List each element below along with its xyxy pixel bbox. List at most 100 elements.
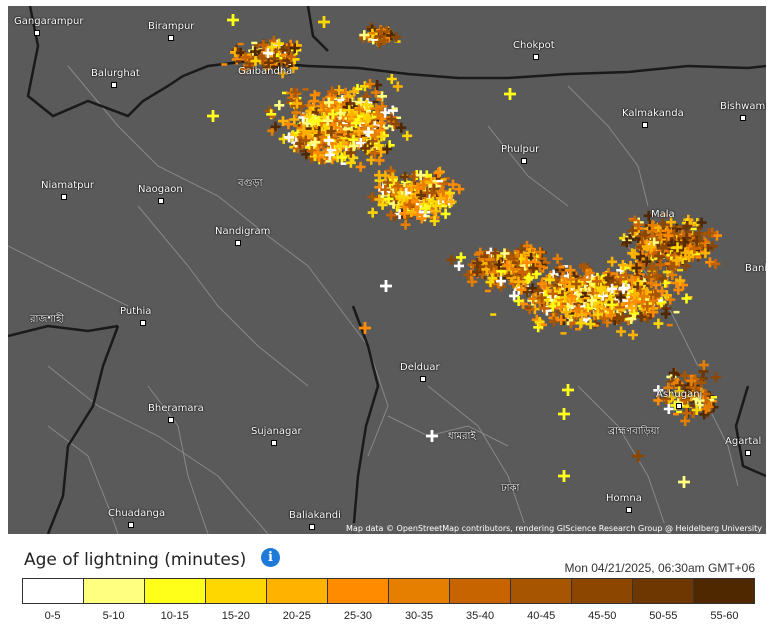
positive-strike-icon <box>552 253 563 264</box>
place-label: Baliakandi <box>289 510 341 521</box>
legend-label: 5-10 <box>102 610 125 622</box>
place-label: Gangarampur <box>14 16 84 27</box>
negative-strike-icon <box>699 377 706 381</box>
negative-strike-icon <box>391 107 398 110</box>
legend-label: 40-45 <box>527 610 556 622</box>
negative-strike-icon <box>296 136 303 139</box>
age-color-scale <box>22 578 755 604</box>
positive-strike-icon <box>558 408 570 420</box>
positive-strike-icon <box>628 329 638 340</box>
negative-strike-icon <box>690 227 697 231</box>
negative-strike-icon <box>576 299 582 303</box>
place-label: Agartal <box>725 436 762 447</box>
place-label: Sujanagar <box>251 426 302 437</box>
negative-strike-icon <box>325 160 332 163</box>
negative-strike-icon <box>511 261 518 264</box>
positive-strike-icon <box>400 219 411 230</box>
negative-strike-icon <box>237 42 244 46</box>
place-marker-icon <box>168 35 174 41</box>
negative-strike-icon <box>500 267 507 270</box>
place-label: Bani <box>745 263 766 274</box>
negative-strike-icon <box>424 178 431 181</box>
negative-strike-icon <box>608 297 615 301</box>
positive-strike-icon <box>710 372 721 383</box>
negative-strike-icon <box>583 296 590 300</box>
lightning-map[interactable]: Map data © OpenStreetMap contributors, r… <box>8 6 766 534</box>
positive-strike-icon <box>446 254 457 265</box>
place-marker-icon <box>676 403 682 409</box>
negative-strike-icon <box>340 130 347 134</box>
positive-strike-icon <box>562 384 574 396</box>
place-marker-icon <box>158 198 164 204</box>
positive-strike-icon <box>607 256 618 267</box>
place-marker-icon <box>34 30 40 36</box>
negative-strike-icon <box>473 253 480 256</box>
positive-strike-icon <box>359 322 371 334</box>
place-marker-icon <box>61 194 67 200</box>
legend-swatch <box>572 579 633 603</box>
place-marker-icon <box>128 522 134 528</box>
negative-strike-icon <box>625 314 632 317</box>
map-attribution: Map data © OpenStreetMap contributors, r… <box>342 523 766 534</box>
place-label: Mala <box>651 209 675 220</box>
positive-strike-icon <box>681 293 692 304</box>
legend-swatch <box>633 579 694 603</box>
info-icon[interactable]: i <box>261 548 280 567</box>
place-label: রাজশাহী <box>30 314 65 325</box>
legend-swatch <box>23 579 84 603</box>
negative-strike-icon <box>593 291 599 295</box>
negative-strike-icon <box>251 41 258 45</box>
legend-title: Age of lightning (minutes) <box>24 550 247 570</box>
negative-strike-icon <box>295 141 302 145</box>
negative-strike-icon <box>575 327 582 331</box>
place-marker-icon <box>533 54 539 60</box>
negative-strike-icon <box>676 225 683 229</box>
timestamp: Mon 04/21/2025, 06:30am GMT+06 <box>564 561 755 575</box>
negative-strike-icon <box>525 306 532 310</box>
positive-strike-icon <box>402 130 413 141</box>
negative-strike-icon <box>484 289 491 293</box>
place-label: Homna <box>606 493 642 504</box>
negative-strike-icon <box>490 313 497 316</box>
place-marker-icon <box>168 417 174 423</box>
place-label: Birampur <box>148 21 195 32</box>
positive-strike-icon <box>710 258 721 269</box>
place-label: ঢাকা <box>501 483 520 494</box>
place-marker-icon <box>420 376 426 382</box>
negative-strike-icon <box>302 88 309 91</box>
negative-strike-icon <box>269 115 276 119</box>
positive-strike-icon <box>653 318 664 329</box>
place-marker-icon <box>235 240 241 246</box>
negative-strike-icon <box>340 136 347 140</box>
negative-strike-icon <box>556 299 563 302</box>
legend-swatch <box>145 579 206 603</box>
positive-strike-icon <box>504 88 516 100</box>
negative-strike-icon <box>221 63 228 66</box>
negative-strike-icon <box>441 204 448 208</box>
negative-strike-icon <box>273 60 280 63</box>
negative-strike-icon <box>711 396 717 399</box>
positive-strike-icon <box>705 257 715 268</box>
negative-strike-icon <box>305 127 312 130</box>
positive-strike-icon <box>309 90 320 101</box>
place-marker-icon <box>309 524 315 530</box>
legend-swatch <box>84 579 145 603</box>
place-marker-icon <box>271 440 277 446</box>
place-label: Naogaon <box>138 184 183 195</box>
legend-swatch <box>389 579 450 603</box>
negative-strike-icon <box>546 284 553 287</box>
negative-strike-icon <box>558 265 565 269</box>
legend-swatch <box>328 579 389 603</box>
negative-strike-icon <box>437 179 444 183</box>
place-marker-icon <box>140 320 146 326</box>
place-marker-icon <box>745 450 751 456</box>
place-label: Phulpur <box>501 144 540 155</box>
place-marker-icon <box>642 122 648 128</box>
place-label: Bishwamb <box>720 101 766 112</box>
legend-label: 0-5 <box>44 610 61 622</box>
negative-strike-icon <box>342 124 349 127</box>
negative-strike-icon <box>337 133 343 136</box>
age-scale-labels: 0-5 5-10 10-15 15-20 20-25 25-30 30-35 35-40 40-… <box>22 610 755 622</box>
legend-swatch <box>450 579 511 603</box>
legend-label: 25-30 <box>343 610 372 622</box>
